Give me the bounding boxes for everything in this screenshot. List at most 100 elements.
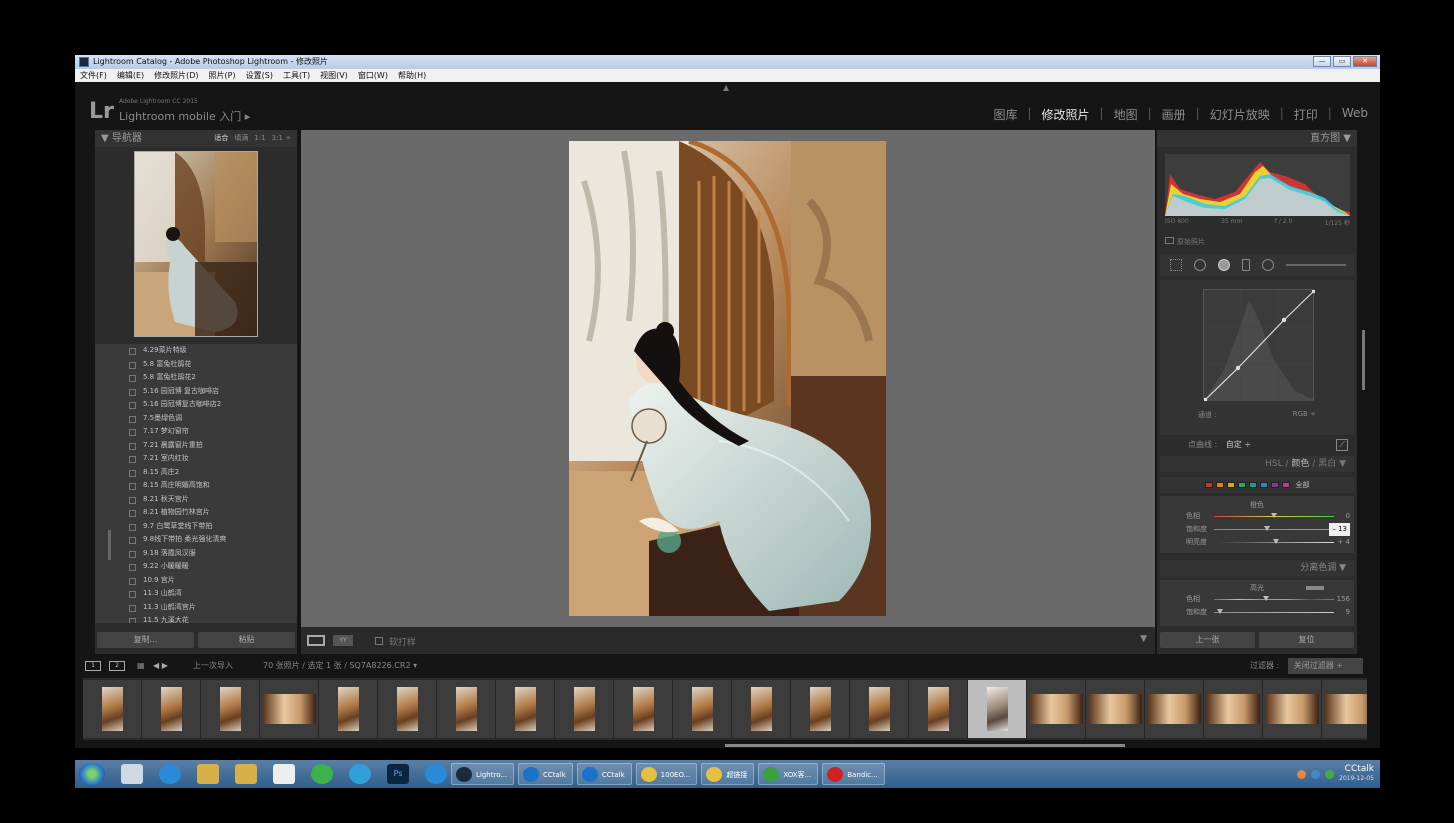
minimize-button[interactable]: — <box>1313 56 1331 67</box>
filmstrip-thumb[interactable] <box>791 680 850 738</box>
filmstrip-thumb[interactable] <box>201 680 260 738</box>
filmstrip-thumb[interactable] <box>732 680 791 738</box>
zoom-1-1[interactable]: 1:1 <box>254 130 265 147</box>
start-button[interactable] <box>79 763 105 785</box>
histogram-header[interactable]: 直方图 ▼ <box>1157 130 1357 147</box>
identity-plate[interactable]: Lr Adobe Lightroom CC 2015 Lightroom mob… <box>89 98 250 124</box>
tool2-icon[interactable] <box>235 764 257 784</box>
slider-track[interactable] <box>1214 599 1334 600</box>
preset-item[interactable]: 5.8 富兔杜鹃花 <box>95 358 297 372</box>
menu-develop[interactable]: 修改照片(D) <box>154 69 198 82</box>
paste-button[interactable]: 粘贴 <box>198 632 295 648</box>
preset-item[interactable]: 5.16 园冠博复古咖啡店2 <box>95 398 297 412</box>
left-scrollbar[interactable] <box>108 530 111 560</box>
preset-item[interactable]: 9.8线下带拍 柔光强化清爽 <box>95 533 297 547</box>
zoom-3-1[interactable]: 3:1 ÷ <box>272 130 291 147</box>
taskbar-task[interactable]: Lightro... <box>451 763 515 785</box>
preset-item[interactable]: 7.21 室内红妆 <box>95 452 297 466</box>
slider-thumb[interactable] <box>1263 526 1270 531</box>
filmstrip-thumb[interactable] <box>437 680 496 738</box>
module-library[interactable]: 图库 <box>993 106 1017 123</box>
previous-button[interactable]: 上一张 <box>1160 632 1255 648</box>
slider-track[interactable] <box>1214 529 1334 530</box>
color-tab[interactable]: 颜色 <box>1291 459 1309 469</box>
preset-item[interactable]: 7.21 晨露窗片重拍 <box>95 439 297 453</box>
photoshop-icon[interactable]: Ps <box>387 764 409 784</box>
color-swatch[interactable] <box>1248 482 1257 488</box>
highlights-color-swatch[interactable] <box>1306 586 1324 590</box>
taskbar-task[interactable]: 100EO... <box>635 763 698 785</box>
preset-item[interactable]: 8.15 高庄明媚高饱和 <box>95 479 297 493</box>
preset-item[interactable]: 11.3 山鹤湾宫片 <box>95 601 297 615</box>
spot-removal-icon[interactable] <box>1194 259 1206 271</box>
menu-view[interactable]: 视图(V) <box>320 69 348 82</box>
color-swatch[interactable] <box>1259 482 1268 488</box>
module-print[interactable]: 打印 <box>1294 106 1318 123</box>
slider-value[interactable]: 156 <box>1337 593 1350 606</box>
taskbar-task[interactable]: CCtalk <box>518 763 573 785</box>
grid-view-icon[interactable]: ▦ <box>137 658 145 674</box>
graduated-filter-icon[interactable] <box>1242 259 1250 271</box>
color-swatch[interactable] <box>1281 482 1290 488</box>
filmstrip-scrollbar[interactable] <box>725 744 1125 747</box>
filmstrip-thumb[interactable] <box>83 680 142 738</box>
before-after-button[interactable]: YY <box>333 635 353 646</box>
secondary-monitor-icon[interactable]: 2 <box>109 661 125 671</box>
zoom-fill[interactable]: 填满 <box>234 130 248 147</box>
menu-edit[interactable]: 编辑(E) <box>117 69 144 82</box>
edit-curve-icon[interactable]: ⟋ <box>1336 439 1348 451</box>
loupe-view-button[interactable] <box>307 635 325 646</box>
slider-value[interactable]: 9 <box>1346 606 1350 619</box>
qq-browser-icon[interactable] <box>349 764 371 784</box>
taskbar-task[interactable]: XOX客... <box>758 763 819 785</box>
module-slideshow[interactable]: 幻灯片放映 <box>1210 106 1270 123</box>
all-colors-button[interactable]: 全部 <box>1296 480 1310 490</box>
menu-help[interactable]: 帮助(H) <box>398 69 426 82</box>
color-swatch[interactable] <box>1270 482 1279 488</box>
filmstrip-thumb[interactable] <box>319 680 378 738</box>
taskbar-task[interactable]: Bandic... <box>822 763 885 785</box>
slider-thumb[interactable] <box>1273 539 1280 544</box>
preset-item[interactable]: 8.21 植物园竹林宫片 <box>95 506 297 520</box>
menu-settings[interactable]: 设置(S) <box>246 69 273 82</box>
module-web[interactable]: Web <box>1342 106 1368 123</box>
slider-value[interactable]: 0 <box>1346 510 1350 523</box>
nav-arrows-icon[interactable]: ◀ ▶ <box>153 658 168 674</box>
tray-icon-3[interactable] <box>1325 769 1335 779</box>
filmstrip-thumb[interactable] <box>673 680 732 738</box>
slider-thumb[interactable] <box>1271 513 1277 518</box>
tool-icon[interactable] <box>197 764 219 784</box>
bw-tab[interactable]: 黑白 ▼ <box>1318 459 1346 469</box>
preset-item[interactable]: 7.5墨绿色调 <box>95 412 297 426</box>
preset-item[interactable]: 9.7 白鹭草堂线下带拍 <box>95 520 297 534</box>
filmstrip-thumb[interactable] <box>968 680 1027 738</box>
preset-item[interactable]: 4.29菜片特级 <box>95 344 297 358</box>
ie-icon[interactable] <box>425 764 447 784</box>
tray-icon[interactable] <box>1297 769 1307 779</box>
navigator-preview[interactable] <box>134 151 258 337</box>
preset-item[interactable]: 7.17 梦幻窗帘 <box>95 425 297 439</box>
channel-select[interactable]: RGB ÷ <box>1293 410 1316 420</box>
reset-button[interactable]: 复位 <box>1259 632 1354 648</box>
browser-icon[interactable] <box>159 764 181 784</box>
filmstrip-thumb[interactable] <box>1263 680 1322 738</box>
slider-track[interactable] <box>1214 612 1334 613</box>
photo-canvas[interactable] <box>301 130 1155 627</box>
tone-curve-graph[interactable] <box>1202 288 1317 403</box>
menu-tools[interactable]: 工具(T) <box>283 69 310 82</box>
soft-proofing-checkbox[interactable]: 软打样 <box>375 635 416 648</box>
wechat-icon[interactable] <box>311 764 333 784</box>
mobile-link[interactable]: Lightroom mobile 入门 ▸ <box>119 110 250 123</box>
brush-slider[interactable] <box>1286 264 1346 266</box>
preset-item[interactable]: 9.22 小暖暖暖 <box>95 560 297 574</box>
preset-item[interactable]: 9.18 落霞凤汉服 <box>95 547 297 561</box>
filmstrip-thumb[interactable] <box>1027 680 1086 738</box>
filmstrip-count[interactable]: 70 张照片 / 选定 1 张 / SQ7A8226.CR2 ▾ <box>263 658 417 674</box>
radial-filter-icon[interactable] <box>1262 259 1274 271</box>
split-toning-header[interactable]: 分离色调 ▼ <box>1160 560 1354 576</box>
filmstrip-thumb[interactable] <box>1204 680 1263 738</box>
clock[interactable]: CCtalk 2019-12-05 <box>1339 764 1374 784</box>
filmstrip-thumb[interactable] <box>909 680 968 738</box>
notepad-icon[interactable] <box>121 764 143 784</box>
toolbar-menu-icon[interactable]: ▼ <box>1140 634 1147 644</box>
